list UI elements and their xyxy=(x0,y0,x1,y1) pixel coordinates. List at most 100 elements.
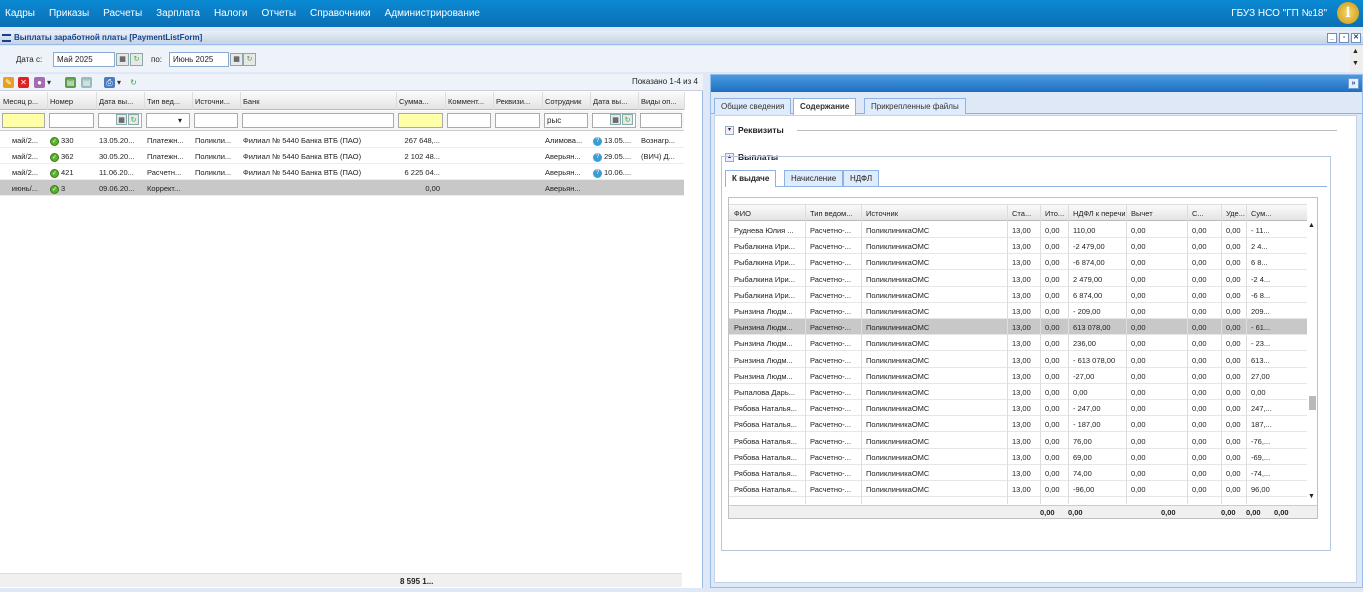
menu-item[interactable]: Приказы xyxy=(49,8,89,19)
scroll-up-icon[interactable]: ▲ xyxy=(1308,222,1315,229)
calendar-icon[interactable]: ▦ xyxy=(116,114,127,125)
column-header[interactable]: Источник xyxy=(866,209,1006,218)
column-header[interactable]: Тип вед... xyxy=(147,97,190,106)
print-icon[interactable]: ⎙ xyxy=(104,77,115,88)
filter-input[interactable] xyxy=(146,113,190,128)
table-cell: Рыбалкина Ири... xyxy=(734,242,795,252)
calendar-icon[interactable]: ▦ xyxy=(610,114,621,125)
edit-icon[interactable]: ✎ xyxy=(3,77,14,88)
scroll-down-icon[interactable]: ▼ xyxy=(1352,60,1359,67)
cell-text: Поликли... xyxy=(195,152,232,161)
section-requisites[interactable]: Реквизиты xyxy=(738,125,784,135)
column-header[interactable]: Номер xyxy=(50,97,94,106)
table-cell: 0,00 xyxy=(1131,290,1146,300)
column-header[interactable]: ФИО xyxy=(734,209,804,218)
column-header[interactable]: Виды оп... xyxy=(641,97,682,106)
column-header[interactable]: Вычет xyxy=(1131,209,1186,218)
column-header[interactable]: Месяц р... xyxy=(3,97,45,106)
payout-scrollbar[interactable]: ▲ ▼ xyxy=(1307,221,1317,506)
scroll-up-icon[interactable]: ▲ xyxy=(1352,48,1359,55)
cell-text: Филиал № 5440 Банка ВТБ (ПАО) xyxy=(243,168,362,177)
column-header[interactable]: Банк xyxy=(243,97,394,106)
menu-item[interactable]: Расчеты xyxy=(103,8,142,19)
filter-input[interactable] xyxy=(495,113,540,128)
date-to-input[interactable]: Июнь 2025 xyxy=(169,52,229,67)
filter-input[interactable] xyxy=(49,113,94,128)
column-divider xyxy=(445,92,446,110)
column-header[interactable]: Сумма... xyxy=(399,97,443,106)
column-header[interactable]: НДФЛ к перечисле... xyxy=(1073,209,1125,218)
restore-button[interactable]: ▫ xyxy=(1339,33,1349,43)
table-cell: 13,00 xyxy=(1012,226,1031,235)
column-divider xyxy=(192,92,193,110)
minimize-button[interactable]: _ xyxy=(1327,33,1337,43)
table-row[interactable]: май/2... ✓ 362 30.05.20... Платежн... Поликли… xyxy=(0,148,684,164)
employee-filter-input[interactable]: рыс xyxy=(544,113,588,128)
filter-input[interactable] xyxy=(398,113,443,128)
chevron-down-icon[interactable]: ▾ xyxy=(178,116,182,125)
tab-0[interactable]: Общие сведения xyxy=(714,98,792,114)
info-icon[interactable]: i xyxy=(1337,2,1359,24)
close-button[interactable]: ✕ xyxy=(1351,33,1361,43)
date-from-input[interactable]: Май 2025 xyxy=(53,52,115,67)
refresh-icon[interactable]: ↻ xyxy=(128,114,139,125)
filter-input[interactable] xyxy=(194,113,238,128)
cell-text: 13.05.20... xyxy=(99,136,135,145)
filter-input[interactable] xyxy=(242,113,394,128)
column-header[interactable]: Ито... xyxy=(1045,209,1067,218)
column-divider xyxy=(1221,204,1222,504)
table-cell: Поликли... xyxy=(195,152,238,161)
chevron-down-icon[interactable]: ▾ xyxy=(45,77,53,88)
table-cell: 0,00 xyxy=(1192,258,1207,268)
tab-2[interactable]: Прикрепленные файлы xyxy=(864,98,966,114)
expand-icon[interactable]: » xyxy=(1348,78,1359,89)
column-header[interactable]: Тип ведом... xyxy=(810,209,860,218)
table-row[interactable]: май/2... ✓ 421 11.06.20... Расчетн... Поликли… xyxy=(0,164,684,180)
column-header[interactable]: Дата вы... xyxy=(593,97,636,106)
menu-item[interactable]: Кадры xyxy=(5,8,35,19)
column-header[interactable]: Реквизи... xyxy=(496,97,540,106)
collapse-icon[interactable]: ▾ xyxy=(725,126,734,135)
scroll-thumb[interactable] xyxy=(1309,396,1316,410)
calendar-icon[interactable]: ▦ xyxy=(116,53,129,66)
calendar-icon[interactable]: ▦ xyxy=(230,53,243,66)
table-row[interactable]: июнь/... ✓ 3 09.06.20... Коррект... 0,00 Аверь… xyxy=(0,180,684,196)
filter-input[interactable] xyxy=(2,113,45,128)
menu-item[interactable]: Администрирование xyxy=(385,8,480,19)
table-row[interactable]: май/2... ✓ 330 13.05.20... Платежн... Поликли… xyxy=(0,132,684,148)
table-cell: -2 479,00 xyxy=(1073,242,1105,252)
export-icon[interactable]: ▤ xyxy=(65,77,76,88)
inner-tab-1[interactable]: Начисление xyxy=(784,170,844,186)
column-header[interactable]: Источни... xyxy=(195,97,238,106)
filter-input[interactable] xyxy=(640,113,682,128)
column-header[interactable]: Уде... xyxy=(1226,209,1245,218)
column-header[interactable]: Ста... xyxy=(1012,209,1039,218)
refresh-date-icon[interactable]: ↻ xyxy=(130,53,143,66)
refresh-icon[interactable]: ↻ xyxy=(622,114,633,125)
column-header[interactable]: Коммент... xyxy=(448,97,491,106)
settings-icon[interactable]: ● xyxy=(34,77,45,88)
filter-input[interactable] xyxy=(447,113,491,128)
column-header[interactable]: Сум... xyxy=(1251,209,1295,218)
cell-text: Алимова... xyxy=(545,136,583,145)
import-icon[interactable]: ▤ xyxy=(81,77,92,88)
menu-item[interactable]: Справочники xyxy=(310,8,371,19)
delete-icon[interactable]: ✕ xyxy=(18,77,29,88)
refresh-icon[interactable]: ↻ xyxy=(128,77,139,88)
tab-content: ▾ Реквизиты ▴ Выплаты К выдаче Начисление… xyxy=(714,115,1357,583)
inner-tab-2[interactable]: НДФЛ xyxy=(843,170,880,186)
scroll-down-icon[interactable]: ▼ xyxy=(1308,493,1315,500)
tab-1[interactable]: Содержание xyxy=(793,98,857,115)
inner-tab-0[interactable]: К выдаче xyxy=(725,170,777,187)
column-header[interactable]: С... xyxy=(1192,209,1220,218)
page-scrollbar[interactable]: ▲ ▼ xyxy=(1350,46,1363,72)
column-divider xyxy=(1246,204,1247,504)
refresh-date-icon[interactable]: ↻ xyxy=(243,53,256,66)
column-header[interactable]: Дата вы... xyxy=(99,97,142,106)
menu-item[interactable]: Налоги xyxy=(214,8,248,19)
chevron-down-icon[interactable]: ▾ xyxy=(115,77,123,88)
menu-item[interactable]: Отчеты xyxy=(261,8,296,19)
column-header[interactable]: Сотрудник xyxy=(545,97,588,106)
table-cell: 0,00 xyxy=(1226,323,1241,333)
menu-item[interactable]: Зарплата xyxy=(156,8,200,19)
